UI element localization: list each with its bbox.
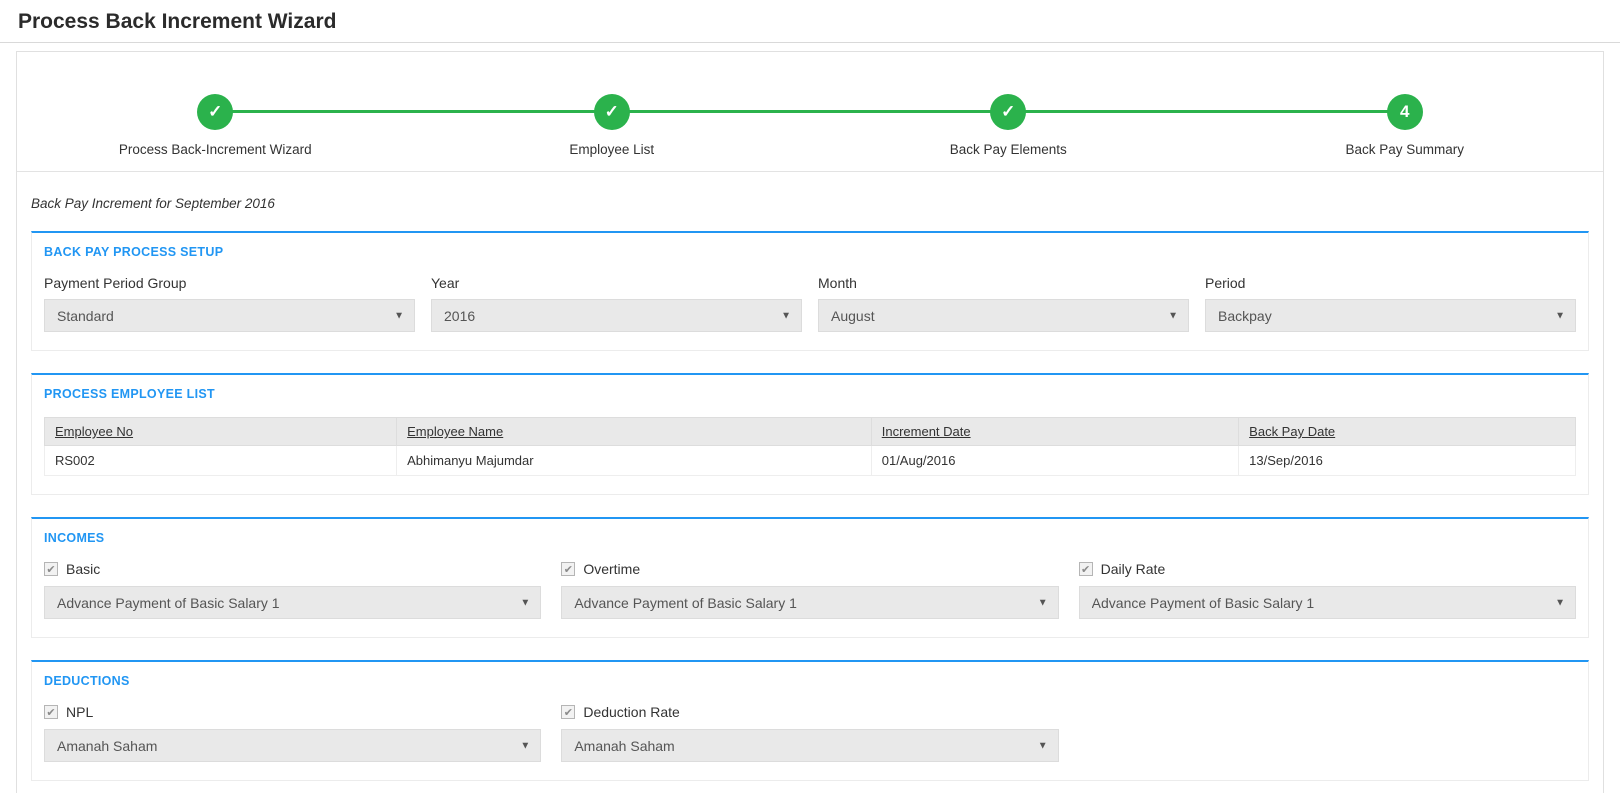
checkbox-label: NPL [66,704,94,720]
wizard-panel: ✓ Process Back-Increment Wizard ✓ Employ… [16,51,1604,793]
employee-table: Employee No Employee Name Increment Date… [43,417,1576,476]
year-select[interactable]: 2016 ▼ [431,299,802,332]
chevron-down-icon: ▼ [1037,740,1048,751]
chevron-down-icon: ▼ [781,310,791,321]
step-back-pay-elements[interactable]: ✓ Back Pay Elements [810,94,1207,157]
step-label: Employee List [569,142,655,157]
cell-employee-name: Abhimanyu Majumdar [396,445,872,476]
section-title: INCOMES [44,531,105,545]
checkbox-checked-icon[interactable]: ✔ [561,562,576,576]
chevron-down-icon: ▼ [394,310,404,321]
chevron-down-icon: ▼ [1168,310,1178,321]
column-header-employee-name[interactable]: Employee Name [396,417,872,446]
field-label: Month [818,275,857,291]
income-item-overtime: ✔ Overtime Advance Payment of Basic Sala… [561,561,1059,619]
payment-period-group-select[interactable]: Standard ▼ [44,299,415,332]
cell-back-pay-date: 13/Sep/2016 [1238,445,1576,476]
section-deductions: DEDUCTIONS ✔ NPL Amanah Saham ▼ ✔ Deduct… [31,660,1589,781]
select-value: Backpay [1218,307,1272,324]
select-value: August [831,307,875,324]
column-header-increment-date[interactable]: Increment Date [870,417,1240,446]
field-year: Year 2016 ▼ [431,275,802,332]
select-value: Advance Payment of Basic Salary 1 [574,594,797,611]
deduction-rate-element-select[interactable]: Amanah Saham ▼ [561,729,1059,762]
step-marker: ✓ [604,102,619,121]
page-header: Process Back Increment Wizard [0,0,1620,43]
select-value: Amanah Saham [57,737,158,754]
checkbox-checked-icon[interactable]: ✔ [44,562,58,576]
npl-element-select[interactable]: Amanah Saham ▼ [44,729,542,762]
checkbox-checked-icon[interactable]: ✔ [561,705,576,719]
section-title: DEDUCTIONS [44,674,130,688]
select-value: Advance Payment of Basic Salary 1 [1091,594,1315,611]
table-header-row: Employee No Employee Name Increment Date… [43,417,1576,446]
income-item-basic: ✔ Basic Advance Payment of Basic Salary … [44,561,542,619]
income-item-daily-rate: ✔ Daily Rate Advance Payment of Basic Sa… [1078,561,1576,619]
step-label: Back Pay Summary [1345,142,1465,157]
section-incomes: INCOMES ✔ Basic Advance Payment of Basic… [31,517,1589,638]
step-employee-list[interactable]: ✓ Employee List [414,94,811,157]
select-value: Standard [57,307,114,324]
deduction-item-npl: ✔ NPL Amanah Saham ▼ [44,704,542,762]
checkbox-label: Overtime [583,561,641,577]
step-number-circle: 4 [1386,94,1423,130]
step-marker: 4 [1400,102,1410,121]
checkbox-label: Daily Rate [1100,561,1166,577]
column-header-employee-no[interactable]: Employee No [43,417,398,446]
step-process-back-increment-wizard[interactable]: ✓ Process Back-Increment Wizard [17,94,414,157]
wizard-stepper: ✓ Process Back-Increment Wizard ✓ Employ… [17,52,1603,172]
backpay-subtitle: Back Pay Increment for September 2016 [31,196,275,211]
cell-increment-date: 01/Aug/2016 [870,445,1240,476]
check-circle-icon: ✓ [990,94,1027,130]
period-select[interactable]: Backpay ▼ [1205,299,1576,332]
check-circle-icon: ✓ [197,94,234,130]
select-value: Amanah Saham [574,737,675,754]
deduction-item-deduction-rate: ✔ Deduction Rate Amanah Saham ▼ [561,704,1059,762]
field-label: Year [431,275,460,291]
section-back-pay-process-setup: BACK PAY PROCESS SETUP Payment Period Gr… [31,231,1589,351]
step-label: Process Back-Increment Wizard [118,142,312,157]
field-label: Period [1205,275,1246,291]
step-marker: ✓ [208,102,223,121]
section-title: BACK PAY PROCESS SETUP [44,245,224,259]
chevron-down-icon: ▼ [520,597,531,608]
field-payment-period-group: Payment Period Group Standard ▼ [44,275,415,332]
page-title: Process Back Increment Wizard [18,10,337,33]
checkbox-checked-icon[interactable]: ✔ [1078,562,1093,576]
field-month: Month August ▼ [818,275,1189,332]
check-circle-icon: ✓ [593,94,630,130]
chevron-down-icon: ▼ [1037,597,1048,608]
cell-employee-no: RS002 [43,445,398,476]
checkbox-label: Deduction Rate [583,704,680,720]
step-label: Back Pay Elements [949,142,1067,157]
select-value: 2016 [444,307,476,324]
section-process-employee-list: PROCESS EMPLOYEE LIST Employee No Employ… [31,373,1589,495]
daily-rate-element-select[interactable]: Advance Payment of Basic Salary 1 ▼ [1078,586,1576,619]
step-back-pay-summary[interactable]: 4 Back Pay Summary [1207,94,1604,157]
table-row: RS002 Abhimanyu Majumdar 01/Aug/2016 13/… [43,445,1576,476]
field-label: Payment Period Group [44,275,187,291]
checkbox-label: Basic [66,561,101,577]
field-period: Period Backpay ▼ [1205,275,1576,332]
chevron-down-icon: ▼ [1555,597,1565,608]
overtime-element-select[interactable]: Advance Payment of Basic Salary 1 ▼ [561,586,1059,619]
chevron-down-icon: ▼ [1555,310,1565,321]
select-value: Advance Payment of Basic Salary 1 [57,594,280,611]
chevron-down-icon: ▼ [520,740,531,751]
column-header-back-pay-date[interactable]: Back Pay Date [1238,417,1576,446]
checkbox-checked-icon[interactable]: ✔ [44,705,58,719]
basic-element-select[interactable]: Advance Payment of Basic Salary 1 ▼ [44,586,542,619]
section-title: PROCESS EMPLOYEE LIST [44,387,215,401]
month-select[interactable]: August ▼ [818,299,1189,332]
step-marker: ✓ [1001,102,1016,121]
